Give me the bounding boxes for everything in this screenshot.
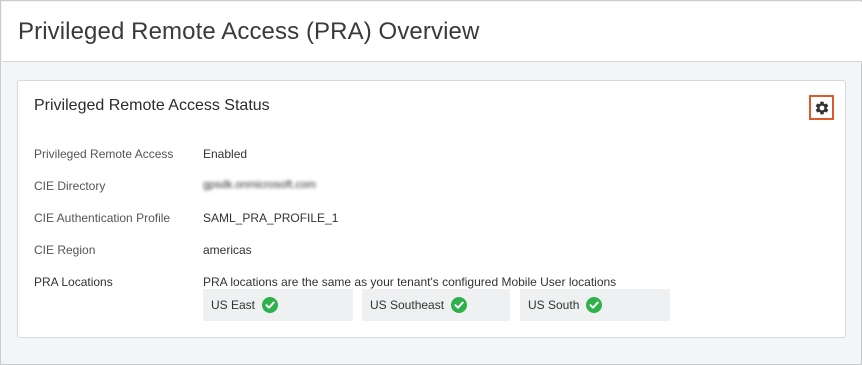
card-title: Privileged Remote Access Status [34, 97, 270, 114]
row-value: americas [203, 243, 252, 257]
row-value: gpsdk.onmicrosoft.com [203, 179, 317, 191]
location-name: US East [211, 298, 256, 312]
row-label: CIE Directory [34, 179, 106, 193]
gear-icon [815, 101, 828, 114]
check-circle-icon [262, 297, 279, 313]
row-label: Privileged Remote Access [34, 147, 174, 161]
settings-button[interactable] [809, 95, 834, 120]
row-value: Enabled [203, 147, 248, 161]
check-circle-icon [451, 297, 468, 313]
check-circle-icon [586, 297, 603, 313]
app-frame: Privileged Remote Access (PRA) Overview … [0, 0, 862, 365]
location-tile-us-south: US South [520, 289, 670, 321]
location-name: US South [528, 298, 580, 312]
row-label: CIE Authentication Profile [34, 211, 171, 225]
location-tile-us-southeast: US Southeast [362, 289, 510, 321]
pra-status-card: Privileged Remote Access Status Privileg… [17, 80, 846, 338]
page-title: Privileged Remote Access (PRA) Overview [18, 18, 480, 45]
location-name: US Southeast [370, 298, 445, 312]
location-tile-us-east: US East [203, 289, 353, 321]
row-label: CIE Region [34, 243, 96, 257]
page-header: Privileged Remote Access (PRA) Overview [2, 2, 862, 62]
row-value: PRA locations are the same as your tenan… [203, 275, 617, 289]
row-label: PRA Locations [34, 275, 113, 289]
row-value: SAML_PRA_PROFILE_1 [203, 211, 339, 225]
